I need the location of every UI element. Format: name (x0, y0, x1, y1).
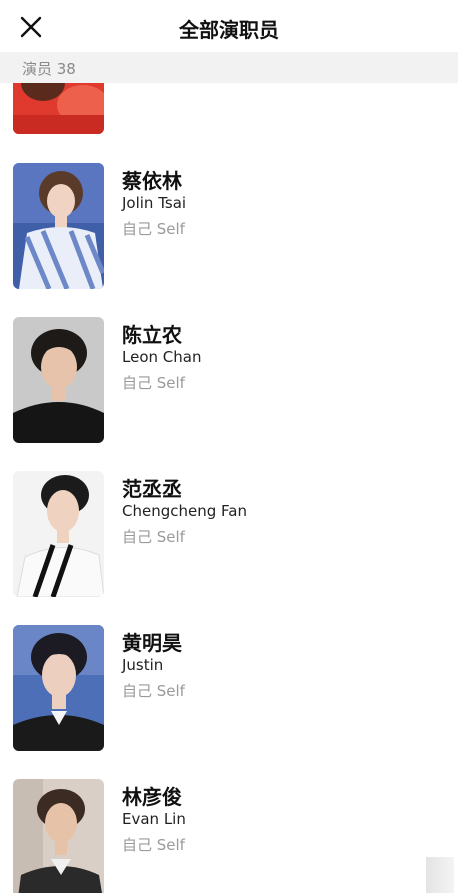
cast-row[interactable]: 陈立农 Leon Chan 自己 Self (0, 317, 458, 471)
cast-role: 自己 Self (122, 220, 185, 238)
cast-row[interactable]: 蔡依林 Jolin Tsai 自己 Self (0, 163, 458, 317)
cast-row[interactable]: 林彦俊 Evan Lin 自己 Self (0, 779, 458, 893)
screen: 全部演职员 演员 38 蔡依林 Jolin Tsai 自己 Self 陈立农 L… (0, 0, 458, 893)
cast-row[interactable]: 黄明昊 Justin 自己 Self (0, 625, 458, 779)
cast-name-cn: 范丞丞 (122, 477, 182, 501)
cast-photo-partial (13, 83, 104, 134)
cast-row[interactable]: 范丞丞 Chengcheng Fan 自己 Self (0, 471, 458, 625)
cast-row-partial[interactable] (0, 83, 458, 135)
cast-photo (13, 317, 104, 443)
cast-name-en: Justin (122, 656, 164, 674)
cast-photo (13, 163, 104, 289)
page-title: 全部演职员 (179, 18, 279, 42)
cast-role: 自己 Self (122, 682, 185, 700)
cast-role: 自己 Self (122, 374, 185, 392)
cast-photo (13, 625, 104, 751)
cast-role: 自己 Self (122, 528, 185, 546)
cast-count-bar: 演员 38 (0, 52, 458, 83)
cast-name-cn: 陈立农 (122, 323, 182, 347)
cast-name-en: Evan Lin (122, 810, 186, 828)
cast-photo (13, 471, 104, 597)
cast-name-cn: 林彦俊 (122, 785, 182, 809)
cast-name-en: Leon Chan (122, 348, 202, 366)
header: 全部演职员 (0, 0, 458, 52)
cast-name-cn: 蔡依林 (122, 169, 182, 193)
cast-list[interactable]: 蔡依林 Jolin Tsai 自己 Self 陈立农 Leon Chan 自己 … (0, 83, 458, 893)
cast-role: 自己 Self (122, 836, 185, 854)
cast-count-label: 演员 38 (22, 60, 76, 78)
scroll-indicator (426, 857, 454, 893)
cast-name-en: Jolin Tsai (122, 194, 187, 212)
cast-name-cn: 黄明昊 (122, 631, 182, 655)
cast-name-en: Chengcheng Fan (122, 502, 247, 520)
cast-photo (13, 779, 104, 893)
